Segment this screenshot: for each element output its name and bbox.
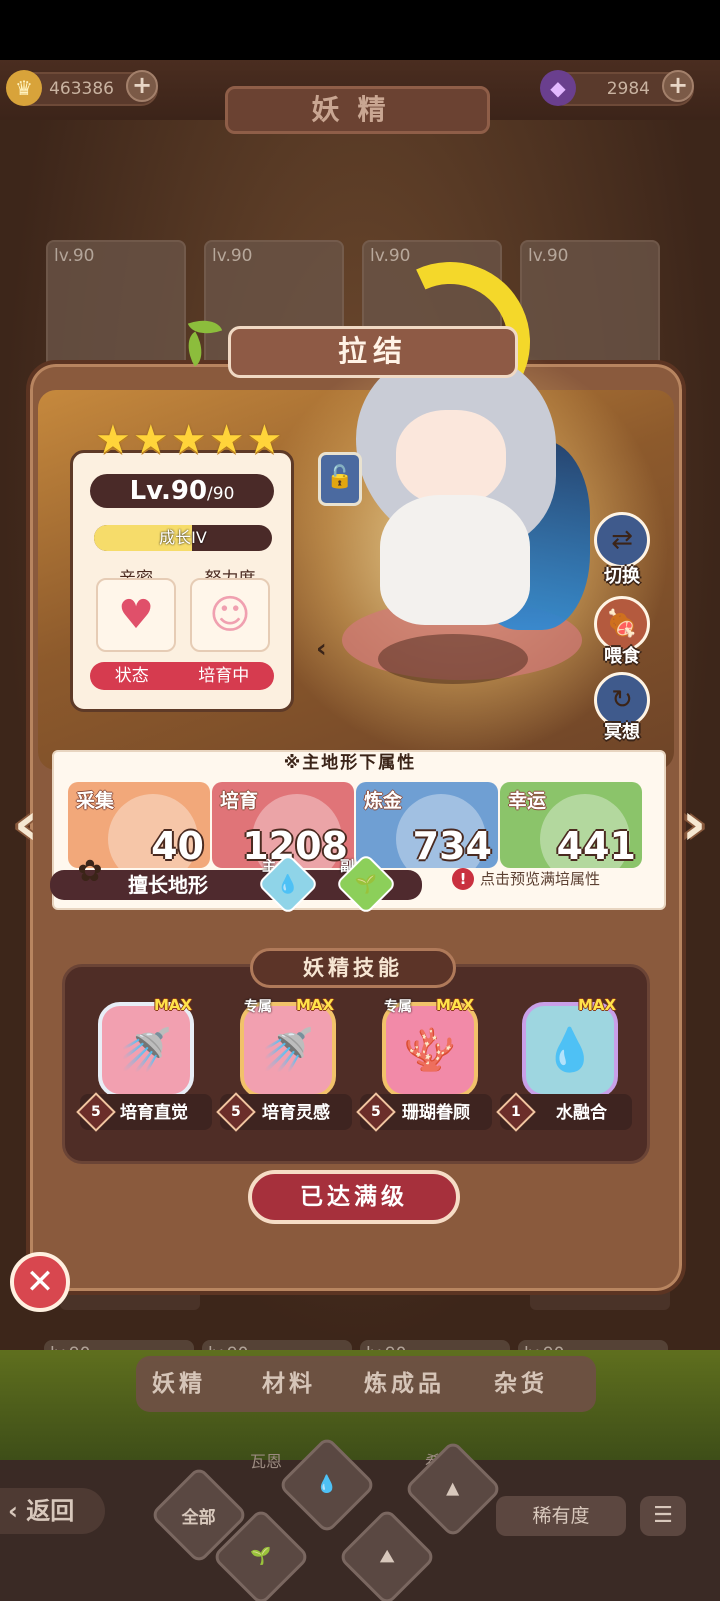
- close-icon[interactable]: ✕: [10, 1252, 70, 1312]
- attribute-name: 炼金: [364, 790, 403, 812]
- max-level-button[interactable]: 已达满级: [248, 1170, 460, 1224]
- exclusive-tag: 专属: [384, 999, 412, 1015]
- watering-can-icon: 🚿: [119, 1025, 173, 1074]
- water-orb-icon: 💧: [543, 1025, 597, 1074]
- skill-nurture-inspiration[interactable]: 🚿: [240, 1002, 336, 1098]
- pedestal-shadow: [378, 634, 528, 684]
- lock-icon[interactable]: 🔓: [318, 452, 362, 506]
- level-value: Lv.90: [129, 476, 208, 506]
- coral-icon: 🪸: [403, 1025, 457, 1074]
- switch-icon: ⇄: [611, 525, 633, 555]
- gem-icon: ◆: [540, 70, 576, 106]
- max-tag: MAX: [436, 996, 475, 1014]
- add-gold-button[interactable]: +: [126, 70, 158, 102]
- star-icon: ★: [95, 417, 131, 463]
- switch-button[interactable]: ⇄: [594, 512, 650, 568]
- effort-face-icon[interactable]: ☺: [190, 578, 270, 652]
- fairy-name: 拉结: [228, 326, 518, 378]
- attribute-value: 40: [151, 824, 204, 868]
- growth-label: 成长IV: [159, 528, 207, 547]
- gold-coin-icon: ♛: [6, 70, 42, 106]
- skill-name: 培育灵感: [262, 1103, 330, 1123]
- next-fairy-arrow-icon[interactable]: ›: [672, 782, 716, 872]
- flower-icon: ✿: [77, 854, 103, 889]
- max-tag: MAX: [578, 996, 617, 1014]
- tab-alchemy-products[interactable]: 炼成品: [364, 1364, 445, 1398]
- growth-bar: 成长IV: [94, 525, 272, 551]
- level-display: Lv.90/90: [90, 474, 274, 508]
- skill-water-fusion[interactable]: 💧: [522, 1002, 618, 1098]
- tab-fairy[interactable]: 妖精: [152, 1364, 206, 1398]
- skills-title: 妖精技能: [250, 948, 456, 988]
- background-card-level: lv.90: [212, 246, 253, 266]
- skill-coral-blessing[interactable]: 🪸: [382, 1002, 478, 1098]
- character-dress: [380, 495, 530, 625]
- skill-name: 珊瑚眷顾: [402, 1103, 470, 1123]
- attribute-alchemy: 炼金 734: [356, 782, 498, 868]
- star-rating: ★ ★ ★ ★ ★: [95, 417, 282, 463]
- alert-icon: !: [452, 868, 474, 890]
- status-row: 状态 培育中: [90, 662, 274, 690]
- preview-full-attributes-link[interactable]: ! 点击预览满培属性: [452, 864, 600, 894]
- attribute-note: ※主地形下属性: [283, 753, 417, 773]
- attribute-name: 培育: [220, 790, 259, 812]
- star-icon: ★: [170, 417, 207, 463]
- star-icon: ★: [132, 417, 169, 463]
- intimacy-heart-icon[interactable]: ♥: [96, 578, 176, 652]
- character-face: [396, 410, 506, 505]
- attribute-name: 采集: [76, 790, 115, 812]
- meditate-label: 冥想: [604, 722, 640, 743]
- max-tag: MAX: [296, 996, 335, 1014]
- watering-can-icon: 🚿: [261, 1025, 315, 1074]
- meat-icon: 🍖: [605, 609, 639, 639]
- star-icon: ★: [208, 417, 245, 463]
- switch-label: 切换: [604, 566, 640, 587]
- feed-label: 喂食: [604, 646, 640, 667]
- preview-hint: 点击预览满培属性: [480, 870, 601, 888]
- attribute-luck: 幸运 441: [500, 782, 642, 868]
- attribute-nurture: 培育 1208: [212, 782, 354, 868]
- star-icon: ★: [246, 417, 283, 463]
- exclusive-tag: 专属: [244, 999, 272, 1015]
- collapse-chevron-icon[interactable]: ‹: [316, 634, 327, 664]
- tab-sundries[interactable]: 杂货: [494, 1364, 548, 1398]
- attribute-value: 441: [556, 824, 636, 868]
- attribute-name: 幸运: [508, 790, 547, 812]
- previous-fairy-arrow-icon[interactable]: ‹: [4, 782, 48, 872]
- page-title: 妖精: [225, 86, 490, 134]
- background-fairy-name: 瓦恩: [250, 1452, 283, 1471]
- background-card-level: lv.90: [54, 246, 95, 266]
- status-bar: [0, 0, 720, 60]
- sort-order-icon[interactable]: ☰: [640, 1496, 686, 1536]
- skill-name: 培育直觉: [120, 1103, 188, 1123]
- terrain-label: 擅长地形: [128, 873, 208, 897]
- skill-name: 水融合: [556, 1103, 607, 1123]
- attribute-value: 734: [412, 824, 492, 868]
- skill-nurture-intuition[interactable]: 🚿: [98, 1002, 194, 1098]
- level-max: /90: [207, 484, 235, 504]
- background-card-level: lv.90: [528, 246, 569, 266]
- tab-materials[interactable]: 材料: [262, 1364, 316, 1398]
- back-button[interactable]: ‹ 返回: [0, 1488, 105, 1534]
- status-label: 状态: [114, 666, 149, 686]
- meditate-icon: ↻: [611, 685, 633, 715]
- max-tag: MAX: [154, 996, 193, 1014]
- back-label: 返回: [26, 1497, 75, 1525]
- rarity-sort-button[interactable]: 稀有度: [496, 1496, 626, 1536]
- status-value: 培育中: [198, 666, 250, 686]
- add-gems-button[interactable]: +: [662, 70, 694, 102]
